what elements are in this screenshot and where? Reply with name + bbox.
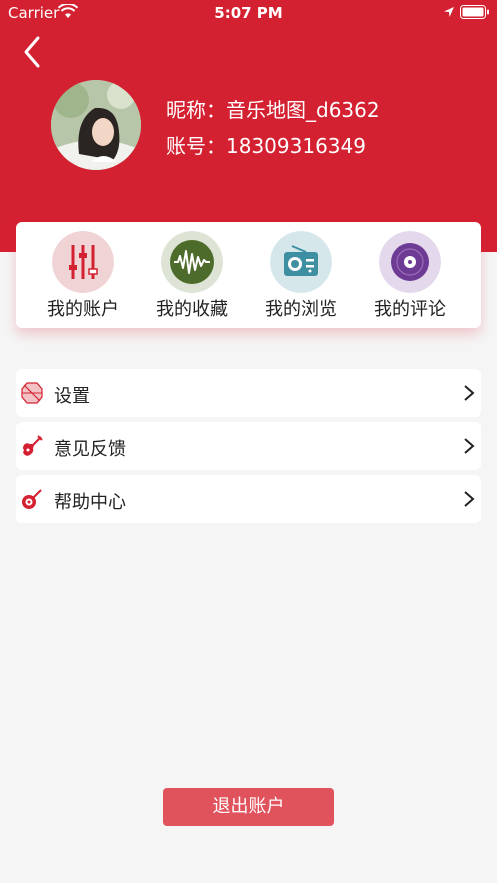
settings-icon <box>21 382 43 404</box>
logout-button[interactable]: 退出账户 <box>163 788 334 826</box>
chevron-right-icon <box>464 438 475 454</box>
avatar-photo-icon <box>51 80 141 170</box>
my-account-button[interactable]: 我的账户 <box>28 222 138 328</box>
quick-actions-panel: 我的账户 我的收藏 我的浏览 我的评论 <box>16 222 481 328</box>
menu-item-feedback[interactable]: 意见反馈 <box>16 422 481 470</box>
menu-label-help-center: 帮助中心 <box>54 492 126 513</box>
status-bar: Carrier 5:07 PM <box>0 0 497 26</box>
my-comments-label: 我的评论 <box>374 299 446 320</box>
vinyl-record-icon <box>379 231 441 293</box>
my-comments-button[interactable]: 我的评论 <box>355 222 465 328</box>
my-history-label: 我的浏览 <box>265 299 337 320</box>
menu-item-help-center[interactable]: 帮助中心 <box>16 475 481 523</box>
chevron-right-icon <box>464 491 475 507</box>
banjo-icon <box>22 489 42 509</box>
my-favorites-button[interactable]: 我的收藏 <box>137 222 247 328</box>
back-button[interactable] <box>18 34 50 70</box>
profile-header: Carrier 5:07 PM 昵称：音乐地图_d6362 账号：1830931… <box>0 0 497 252</box>
menu-label-settings: 设置 <box>54 386 90 407</box>
my-favorites-label: 我的收藏 <box>156 299 228 320</box>
clock: 5:07 PM <box>214 4 283 22</box>
battery-icon <box>460 5 489 19</box>
guitar-icon <box>23 435 43 456</box>
location-arrow-icon <box>444 7 454 17</box>
nickname-text: 昵称：音乐地图_d6362 <box>166 98 380 122</box>
chevron-right-icon <box>464 385 475 401</box>
account-number-text: 账号：18309316349 <box>166 134 366 158</box>
menu-label-feedback: 意见反馈 <box>54 439 126 460</box>
my-history-button[interactable]: 我的浏览 <box>246 222 356 328</box>
soundwave-icon <box>161 231 223 293</box>
menu-item-settings[interactable]: 设置 <box>16 369 481 417</box>
avatar[interactable] <box>51 80 141 170</box>
my-account-label: 我的账户 <box>47 299 119 320</box>
radio-icon <box>270 231 332 293</box>
sliders-icon <box>52 231 114 293</box>
